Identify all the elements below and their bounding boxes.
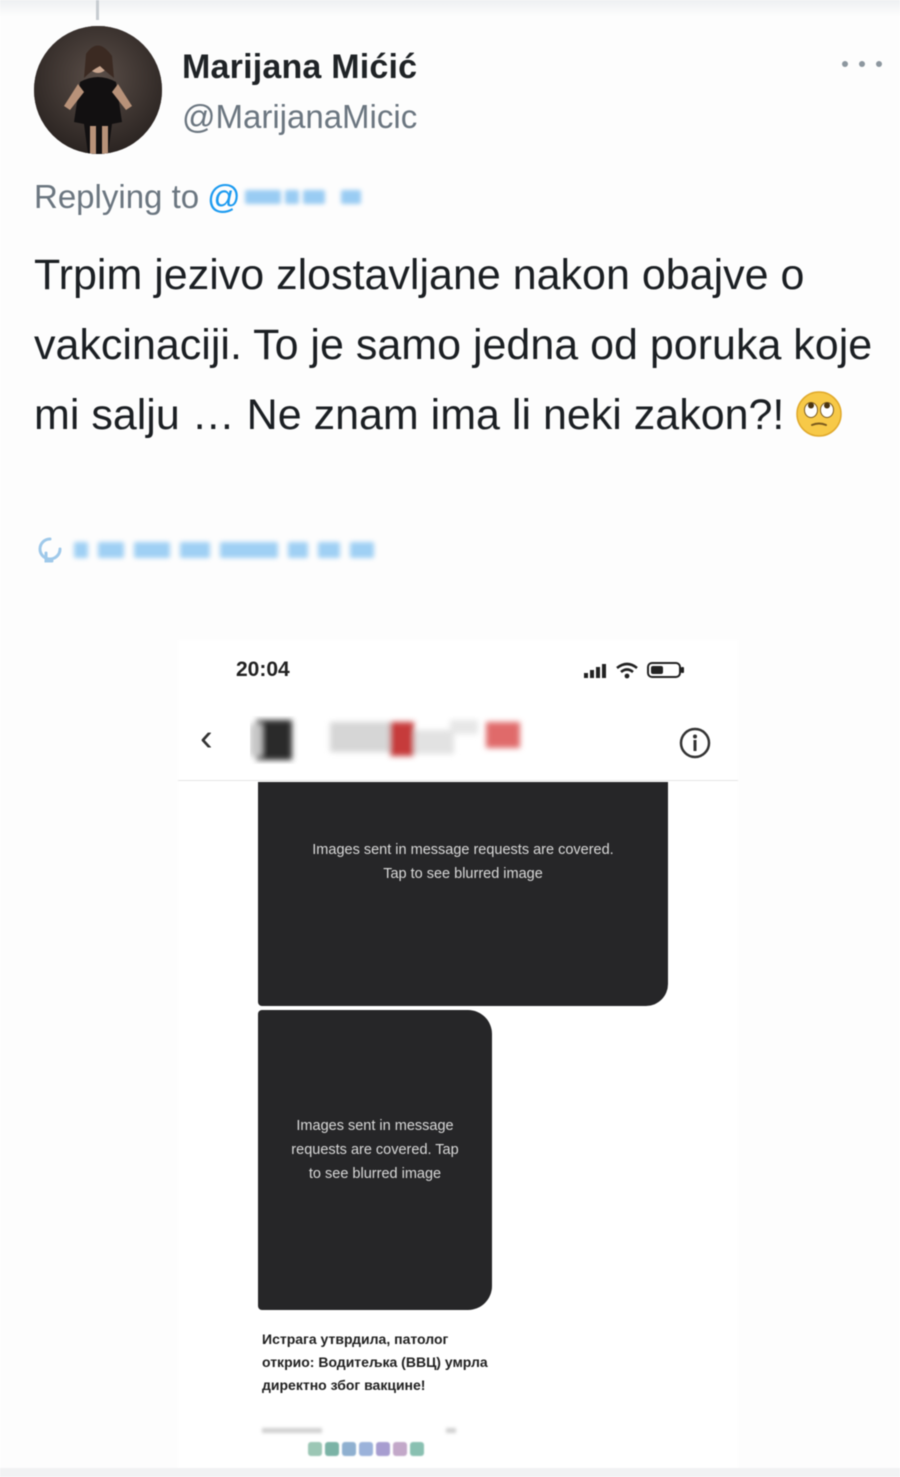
tweet-text: Trpim jezivo zlostavljane nakon obajve o… [34,240,874,450]
embedded-screenshot[interactable]: 20:04 ‹ Images sent in message requests … [178,640,738,1470]
battery-icon [647,662,684,678]
author-handle[interactable]: @MarijanaMicic [182,98,417,136]
cell-signal-icon [584,664,606,678]
avatar-photo [34,26,162,154]
reaction-icon [308,1442,322,1456]
face-with-rolling-eyes-icon [796,391,843,437]
replying-to-mention[interactable]: @ [207,178,361,216]
mention-at: @ [207,178,241,215]
covered-image-notice: Images sent in message requests are cove… [312,842,614,882]
covered-image-message[interactable]: Images sent in message requests are cove… [258,1010,492,1310]
tweet-page: Marijana Mićić @MarijanaMicic Replying t… [0,0,900,1477]
redacted-contact-header [250,720,520,760]
shared-link[interactable] [34,530,384,570]
status-icons [582,660,686,680]
tweet-body: Trpim jezivo zlostavljane nakon obajve o… [34,251,873,439]
link-icon [38,537,62,563]
reaction-icon [376,1442,390,1456]
reaction-icon [325,1442,339,1456]
reaction-bar [308,1442,427,1456]
more-horizontal-icon[interactable] [842,52,882,76]
chevron-left-icon[interactable]: ‹ [200,718,213,758]
bottom-divider [0,1468,900,1477]
author-name[interactable]: Marijana Mićić [182,48,417,87]
shared-article-title[interactable]: Истрага утврдила, патолог открио: Водите… [262,1328,492,1397]
wifi-icon [616,662,638,679]
top-divider [0,0,900,16]
reaction-icon [410,1442,424,1456]
reaction-icon [393,1442,407,1456]
replying-to: Replying to @ [34,178,361,216]
status-time: 20:04 [236,658,290,681]
covered-image-notice: Images sent in message requests are cove… [291,1118,459,1182]
replying-to-label: Replying to [34,178,200,215]
info-icon[interactable] [678,726,712,760]
reaction-icon [342,1442,356,1456]
header-divider [178,780,738,781]
redacted-username [244,190,281,204]
redacted-article-meta [262,1420,492,1433]
reaction-icon [359,1442,373,1456]
avatar[interactable] [34,26,162,154]
redacted-link-text [74,542,384,558]
covered-image-message[interactable]: Images sent in message requests are cove… [258,782,668,1006]
thread-line [96,0,99,20]
